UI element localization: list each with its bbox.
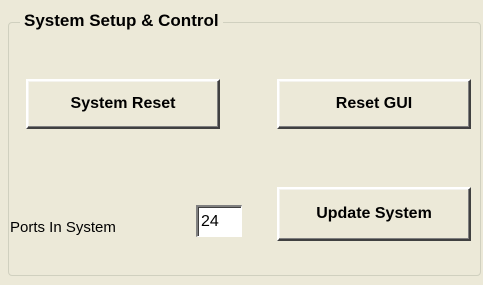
update-system-button[interactable]: Update System bbox=[277, 187, 471, 241]
ports-in-system-input[interactable] bbox=[196, 205, 242, 237]
groupbox-title: System Setup & Control bbox=[20, 10, 223, 32]
system-reset-button[interactable]: System Reset bbox=[26, 79, 220, 129]
ports-in-system-label: Ports In System bbox=[10, 219, 116, 236]
reset-gui-button[interactable]: Reset GUI bbox=[277, 79, 471, 129]
